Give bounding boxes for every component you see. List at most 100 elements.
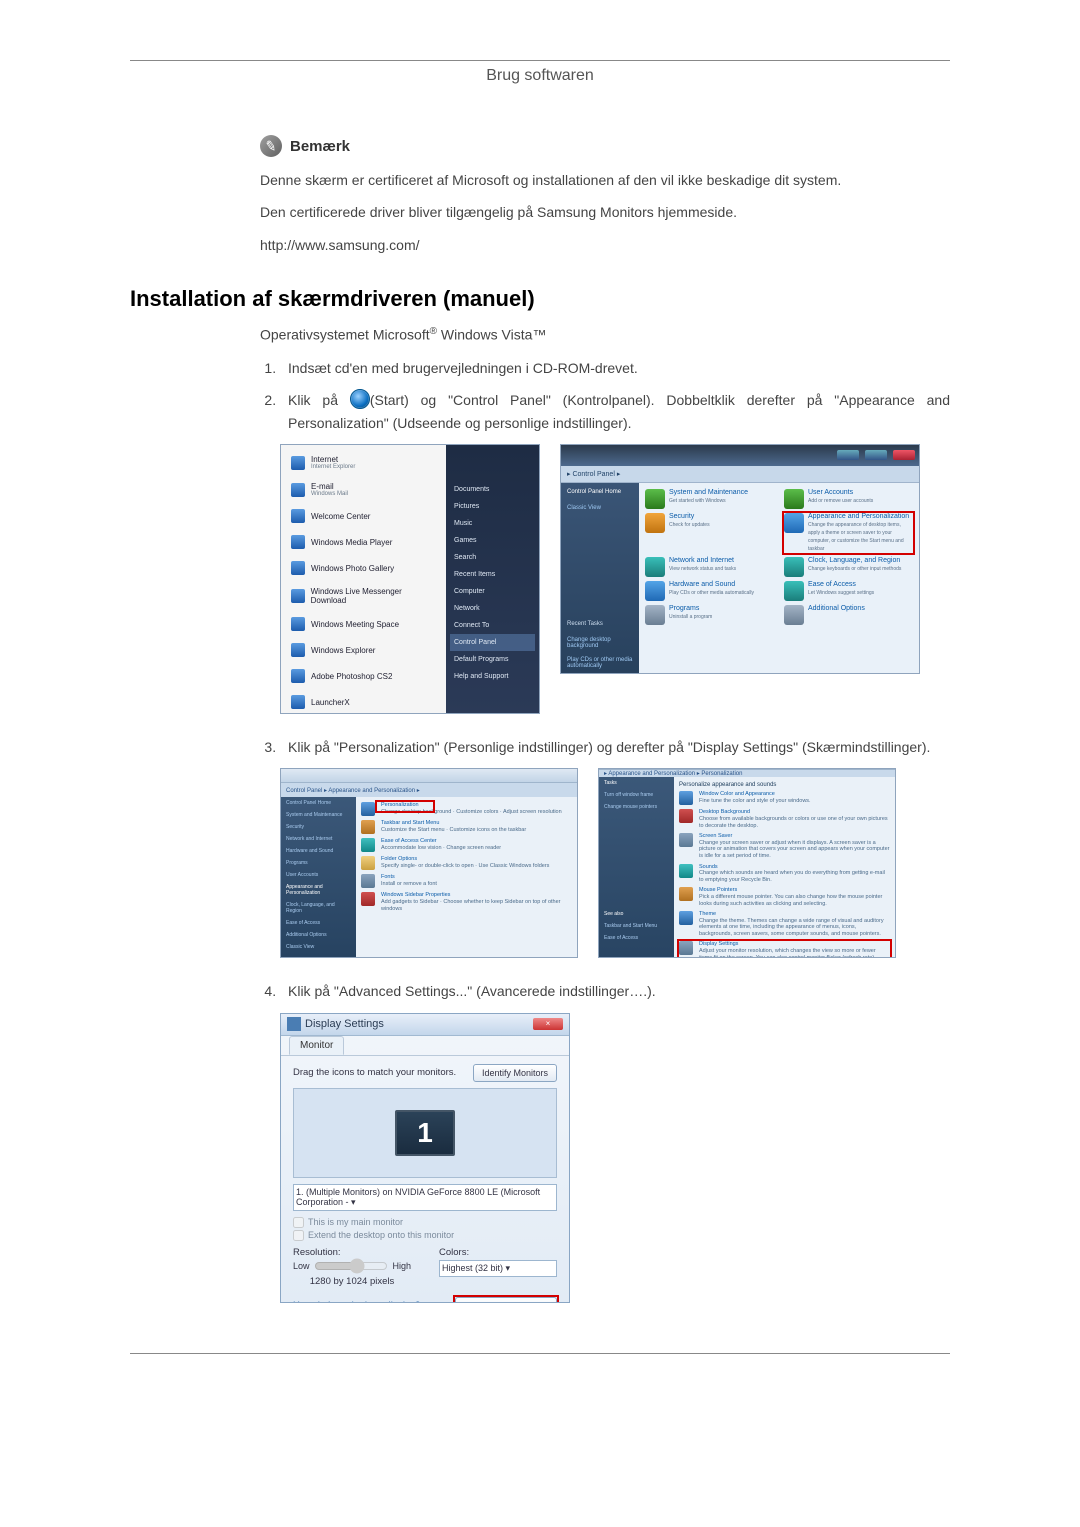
step-4: Klik på "Advanced Settings..." (Avancere… xyxy=(280,980,950,1002)
start-item: Windows Media Player xyxy=(285,529,442,555)
page-header: Brug softwaren xyxy=(130,67,950,85)
step-2-pre: Klik på xyxy=(288,392,350,408)
cp-cat-additional: Additional Options xyxy=(784,605,913,625)
programs-icon xyxy=(645,605,665,625)
app-icon xyxy=(291,589,305,603)
side-link: Change mouse pointers xyxy=(599,801,674,813)
cp-cat-appearance: Appearance and PersonalizationChange the… xyxy=(784,513,913,553)
pz-header: Personalize appearance and sounds xyxy=(679,782,890,788)
entry-window-color: Window Color and AppearanceFine tune the… xyxy=(679,791,890,805)
note-paragraph-2: Den certificerede driver bliver tilgænge… xyxy=(260,201,940,223)
resolution-value: 1280 by 1024 pixels xyxy=(293,1276,411,1287)
start-right-item: Recent Items xyxy=(450,566,535,583)
res-low-label: Low xyxy=(293,1261,310,1271)
highlight-box xyxy=(677,939,892,958)
side-link: Clock, Language, and Region xyxy=(281,899,356,917)
highlight-box xyxy=(375,800,435,813)
entry-personalization: PersonalizationChange desktop background… xyxy=(361,802,572,816)
start-right-item: Search xyxy=(450,549,535,566)
res-high-label: High xyxy=(392,1261,411,1271)
side-link: Turn off window frame xyxy=(599,789,674,801)
start-item: Windows Live Messenger Download xyxy=(285,581,442,611)
start-right-item: Connect To xyxy=(450,617,535,634)
cp-cat-security: SecurityCheck for updates xyxy=(645,513,774,553)
entry-theme: ThemeChange the theme. Themes can change… xyxy=(679,911,890,937)
screenshot-control-panel: ▸ Control Panel ▸ Control Panel Home Cla… xyxy=(560,444,920,674)
network-icon xyxy=(645,557,665,577)
section-heading: Installation af skærmdriveren (manuel) xyxy=(130,286,950,312)
side-link: Taskbar and Start Menu xyxy=(599,920,674,932)
cp-cat-clock: Clock, Language, and RegionChange keyboa… xyxy=(784,557,913,577)
step-2-post: (Start) og "Control Panel" (Kontrolpanel… xyxy=(288,392,950,430)
app-icon xyxy=(291,695,305,709)
note-icon xyxy=(260,135,282,157)
window-titlebar xyxy=(561,445,919,466)
screensaver-icon xyxy=(679,833,693,847)
system-icon xyxy=(645,489,665,509)
drag-instructions: Drag the icons to match your monitors. xyxy=(293,1067,456,1078)
folder-icon xyxy=(361,856,375,870)
side-task: Tasks xyxy=(599,777,674,789)
start-right-item: Computer xyxy=(450,583,535,600)
highlight-box xyxy=(453,1295,559,1303)
entry-sounds: SoundsChange which sounds are heard when… xyxy=(679,864,890,884)
side-link: Hardware and Sound xyxy=(281,845,356,857)
start-right-item: Documents xyxy=(450,481,535,498)
app-icon xyxy=(291,643,305,657)
entry-screensaver: Screen SaverChange your screen saver or … xyxy=(679,833,890,859)
start-item: Windows Explorer xyxy=(285,637,442,663)
start-item: E-mailWindows Mail xyxy=(285,476,442,503)
entry-fonts: FontsInstall or remove a font xyxy=(361,874,572,888)
resolution-label: Resolution: xyxy=(293,1247,411,1258)
side-link-active: Appearance and Personalization xyxy=(281,881,356,899)
theme-icon xyxy=(679,911,693,925)
close-button xyxy=(893,450,915,460)
side-link: User Accounts xyxy=(281,869,356,881)
entry-ease: Ease of Access CenterAccommodate low vis… xyxy=(361,838,572,852)
window-titlebar xyxy=(281,769,577,783)
cp-cat-system: System and MaintenanceGet started with W… xyxy=(645,489,774,509)
start-right-control-panel: Control Panel xyxy=(450,634,535,651)
identify-monitors-button: Identify Monitors xyxy=(473,1064,557,1082)
cp-cat-users: User AccountsAdd or remove user accounts xyxy=(784,489,913,509)
app-icon xyxy=(291,617,305,631)
entry-display-settings: Display SettingsAdjust your monitor reso… xyxy=(679,941,890,958)
app-icon xyxy=(291,509,305,523)
screenshot-display-settings: Display Settings × Monitor Drag the icon… xyxy=(280,1013,570,1303)
resolution-slider xyxy=(314,1258,389,1274)
sounds-icon xyxy=(679,864,693,878)
side-link: System and Maintenance xyxy=(281,809,356,821)
entry-mouse: Mouse PointersPick a different mouse poi… xyxy=(679,887,890,907)
app-icon xyxy=(291,456,305,470)
colors-select: Highest (32 bit) ▾ xyxy=(439,1260,557,1277)
mouse-icon xyxy=(679,887,693,901)
start-right-item: Help and Support xyxy=(450,668,535,685)
colors-label: Colors: xyxy=(439,1247,557,1258)
highlight-box xyxy=(782,511,915,555)
window-title: Display Settings xyxy=(305,1018,384,1030)
start-right-item: Games xyxy=(450,532,535,549)
advanced-settings-button: Advanced Settings… xyxy=(455,1297,557,1303)
ease-icon xyxy=(784,581,804,601)
breadcrumb: ▸ Control Panel ▸ xyxy=(561,466,919,483)
note-title: Bemærk xyxy=(290,138,350,155)
start-right-item: Pictures xyxy=(450,498,535,515)
screenshot-start-menu: InternetInternet Explorer E-mailWindows … xyxy=(280,444,540,714)
side-link: Classic View xyxy=(281,941,356,953)
step-3: Klik på "Personalization" (Personlige in… xyxy=(280,736,950,758)
start-right-item: Network xyxy=(450,600,535,617)
step-2: Klik på (Start) og "Control Panel" (Kont… xyxy=(280,389,950,434)
screenshot-appearance: Control Panel ▸ Appearance and Personali… xyxy=(280,768,578,958)
cp-cat-programs: ProgramsUninstall a program xyxy=(645,605,774,625)
cp-recent-item: Change desktop background xyxy=(561,633,639,653)
side-link: Programs xyxy=(281,857,356,869)
start-item: LauncherX xyxy=(285,689,442,714)
hardware-icon xyxy=(645,581,665,601)
main-monitor-checkbox xyxy=(293,1217,304,1228)
cp-recent-item: Play CDs or other media automatically xyxy=(561,653,639,673)
start-right-item: Music xyxy=(450,515,535,532)
side-link: Ease of Access xyxy=(599,932,674,944)
taskbar-icon xyxy=(361,820,375,834)
note-url: http://www.samsung.com/ xyxy=(260,234,940,256)
cp-side-classic: Classic View xyxy=(561,501,639,515)
